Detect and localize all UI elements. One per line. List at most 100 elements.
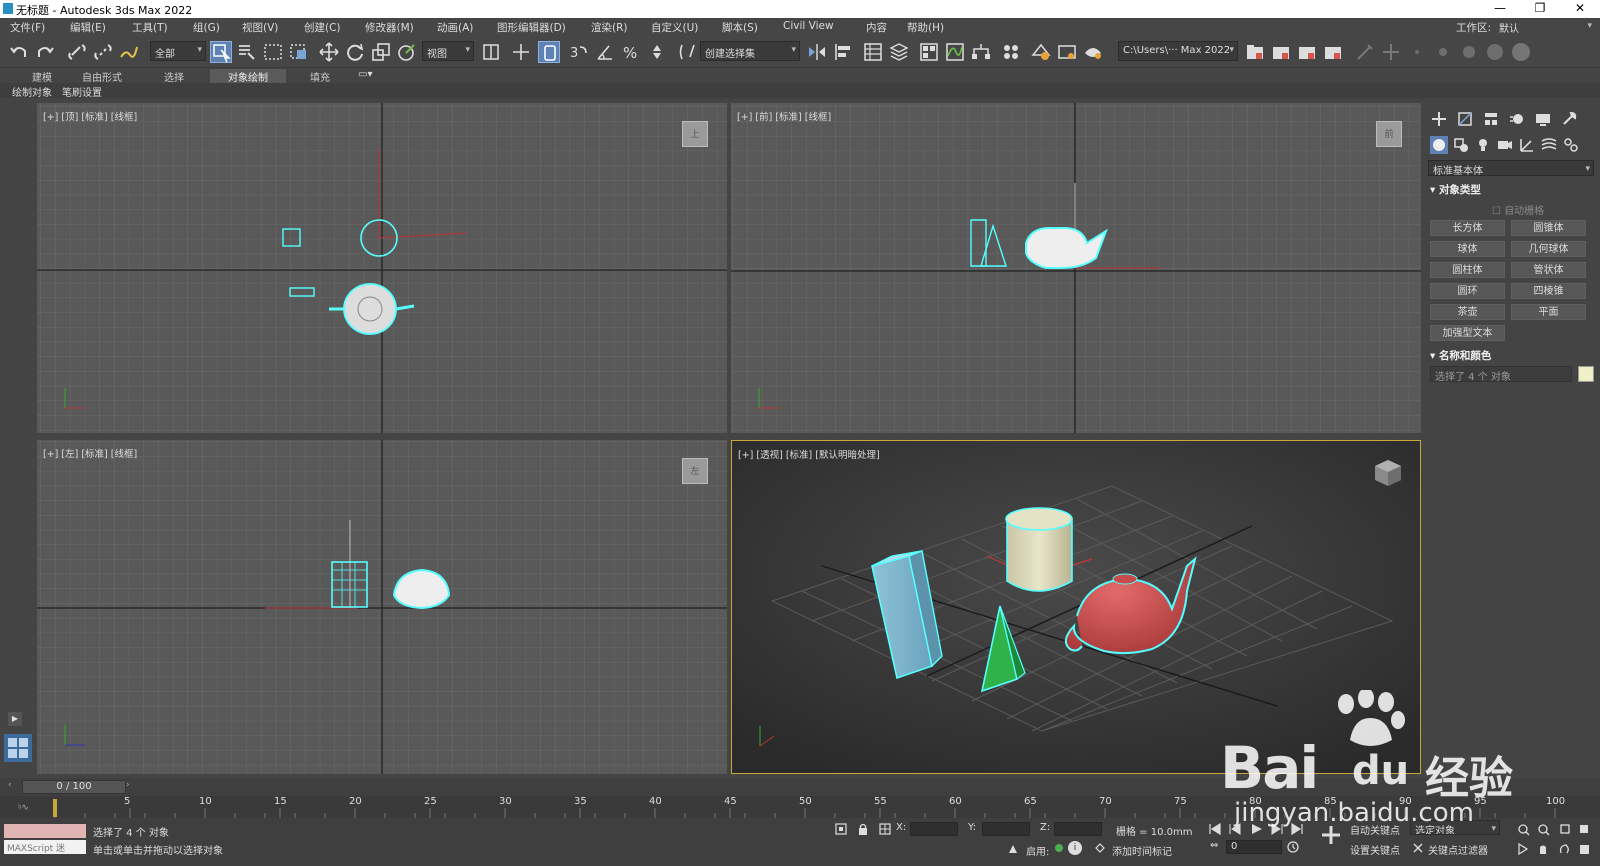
viewcube-left[interactable]: 左	[682, 458, 708, 484]
pivot-center-icon[interactable]	[480, 41, 502, 63]
lights-icon[interactable]	[1474, 136, 1492, 154]
category-dropdown[interactable]: 标准基本体	[1428, 160, 1594, 176]
ribbon-options-icon[interactable]: ▭▾	[358, 69, 372, 80]
systems-icon[interactable]	[1562, 136, 1580, 154]
viewport-perspective-label[interactable]: [+] [透视] [标准] [默认明暗处理]	[738, 447, 880, 461]
cone-button[interactable]: 圆锥体	[1511, 220, 1586, 236]
project-folder-icon[interactable]	[1244, 41, 1266, 63]
viewport-left[interactable]: [+] [左] [标准] [线框] 左	[37, 440, 727, 774]
time-config-arrows-icon[interactable]: ⇔	[1210, 840, 1222, 854]
modify-tab-icon[interactable]	[1456, 110, 1474, 128]
ribbon-tab-modeling[interactable]: 建模	[32, 69, 52, 84]
menu-modifiers[interactable]: 修改器(M)	[365, 20, 414, 35]
spinner-snap-icon[interactable]	[646, 41, 668, 63]
material-editor-icon[interactable]	[1000, 41, 1022, 63]
menu-file[interactable]: 文件(F)	[10, 20, 45, 35]
project-new-icon[interactable]	[1270, 41, 1292, 63]
display-tab-icon[interactable]	[1534, 110, 1552, 128]
cylinder-button[interactable]: 圆柱体	[1430, 262, 1505, 278]
menu-edit[interactable]: 编辑(E)	[70, 20, 106, 35]
mirror-icon[interactable]	[806, 41, 828, 63]
viewport-layout-icon[interactable]	[4, 734, 32, 762]
key-filters-icon[interactable]	[1412, 842, 1424, 854]
ribbon-tab-selection[interactable]: 选择	[164, 69, 184, 84]
ribbon-tab-object-paint[interactable]: 对象绘制	[210, 69, 286, 84]
ref-coord-dropdown[interactable]: 视图	[422, 41, 474, 61]
spacewarps-icon[interactable]	[1540, 136, 1558, 154]
maximize-button[interactable]: ❐	[1525, 1, 1555, 15]
menu-scripting[interactable]: 脚本(S)	[722, 20, 758, 35]
viewport-left-label[interactable]: [+] [左] [标准] [线框]	[43, 446, 137, 460]
cross-icon[interactable]	[1380, 41, 1402, 63]
current-frame-field[interactable]: 0	[1226, 840, 1282, 854]
viewport-top-label[interactable]: [+] [顶] [标准] [线框]	[43, 109, 137, 123]
tube-button[interactable]: 管状体	[1511, 262, 1586, 278]
menu-graph-editors[interactable]: 图形编辑器(D)	[497, 20, 566, 35]
set-key-button[interactable]: 设置关键点	[1350, 842, 1400, 857]
placement-icon[interactable]	[396, 41, 418, 63]
rendered-frame-icon[interactable]	[1056, 41, 1078, 63]
brush-icon[interactable]	[1354, 41, 1376, 63]
object-color-swatch[interactable]	[1578, 366, 1594, 382]
select-manipulate-icon[interactable]	[510, 41, 532, 63]
sphere-button[interactable]: 球体	[1430, 241, 1505, 257]
cameras-icon[interactable]	[1496, 136, 1514, 154]
torus-button[interactable]: 圆环	[1430, 283, 1505, 299]
adaptive-degradation-icon[interactable]	[1006, 842, 1020, 856]
project-save-icon[interactable]	[1296, 41, 1318, 63]
time-next-icon[interactable]: ›	[126, 780, 138, 794]
viewcube-perspective[interactable]	[1372, 457, 1404, 489]
time-prev-icon[interactable]: ‹	[8, 780, 20, 794]
link-icon[interactable]	[66, 41, 88, 63]
select-by-name-icon[interactable]	[236, 41, 258, 63]
utilities-tab-icon[interactable]	[1560, 110, 1578, 128]
edit-named-sets-icon[interactable]	[676, 41, 698, 63]
ribbon-tab-freeform[interactable]: 自由形式	[82, 69, 122, 84]
project-path-dropdown[interactable]: C:\Users\··· Max 2022	[1118, 41, 1238, 61]
named-selection-dropdown[interactable]: 创建选择集	[700, 41, 800, 61]
info-icon[interactable]: i	[1068, 841, 1082, 855]
isolate-selection-icon[interactable]	[834, 822, 848, 836]
y-coord-field[interactable]	[982, 822, 1030, 836]
window-crossing-icon[interactable]	[288, 41, 310, 63]
layer-explorer-icon[interactable]	[888, 41, 910, 63]
create-tab-icon[interactable]	[1430, 110, 1448, 128]
expand-arrow-icon[interactable]: ▶	[8, 712, 22, 726]
object-name-field[interactable]: 选择了 4 个 对象	[1430, 366, 1572, 383]
add-time-tag[interactable]: 添加时间标记	[1112, 843, 1172, 858]
geometry-icon[interactable]	[1430, 136, 1448, 154]
maxscript-listener-field[interactable]	[4, 824, 86, 838]
shapes-icon[interactable]	[1452, 136, 1470, 154]
curve-editor-icon[interactable]	[944, 41, 966, 63]
keyboard-shortcut-icon[interactable]	[538, 41, 560, 63]
menu-customize[interactable]: 自定义(U)	[651, 20, 698, 35]
key-filters-button[interactable]: 关键点过滤器	[1428, 842, 1488, 857]
menu-civil-view[interactable]: Civil View	[783, 20, 834, 32]
align-icon[interactable]	[832, 41, 854, 63]
viewcube-top[interactable]: 上	[682, 121, 708, 147]
undo-icon[interactable]	[8, 41, 30, 63]
menu-rendering[interactable]: 渲染(R)	[591, 20, 628, 35]
rotate-icon[interactable]	[344, 41, 366, 63]
object-type-header[interactable]: ▾ 对象类型	[1430, 182, 1481, 197]
geosphere-button[interactable]: 几何球体	[1511, 241, 1586, 257]
pyramid-button[interactable]: 四棱锥	[1511, 283, 1586, 299]
scene-explorer-icon[interactable]	[862, 41, 884, 63]
menu-group[interactable]: 组(G)	[193, 20, 220, 35]
menu-create[interactable]: 创建(C)	[304, 20, 341, 35]
viewport-top[interactable]: [+] [顶] [标准] [线框] 上	[37, 103, 727, 433]
move-icon[interactable]	[318, 41, 340, 63]
percent-snap-icon[interactable]: %	[620, 41, 642, 63]
time-configuration-icon[interactable]	[1286, 840, 1300, 854]
hierarchy-tab-icon[interactable]	[1482, 110, 1500, 128]
enable-status-dot[interactable]	[1055, 844, 1063, 852]
name-color-header[interactable]: ▾ 名称和颜色	[1430, 348, 1491, 363]
time-tag-icon[interactable]	[1094, 842, 1106, 854]
ribbon-tab-populate[interactable]: 填充	[310, 69, 330, 84]
motion-tab-icon[interactable]	[1508, 110, 1526, 128]
helpers-icon[interactable]	[1518, 136, 1536, 154]
angle-snap-icon[interactable]	[594, 41, 616, 63]
menu-animation[interactable]: 动画(A)	[437, 20, 473, 35]
select-object-icon[interactable]	[210, 41, 232, 63]
viewport-front[interactable]: [+] [前] [标准] [线框] 前	[731, 103, 1421, 433]
